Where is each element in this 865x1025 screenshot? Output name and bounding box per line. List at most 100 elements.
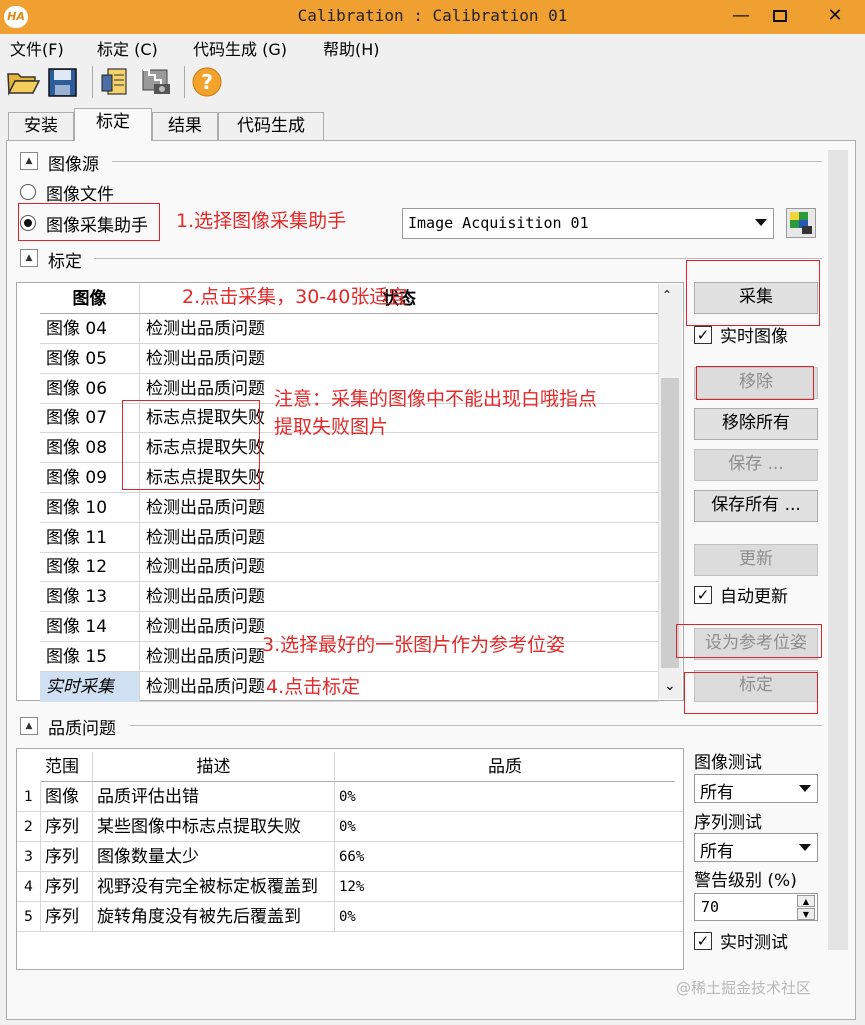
- annotation-box-reference: [676, 624, 822, 658]
- auto-update-checkbox[interactable]: ✓: [694, 586, 712, 604]
- cell-quality: 0%: [339, 819, 356, 835]
- save-icon[interactable]: [46, 66, 80, 98]
- cell-image-name: 图像 05: [40, 343, 140, 374]
- warning-level-value: 70: [701, 898, 720, 916]
- cell-image-name: 图像 10: [40, 492, 140, 523]
- tab-code-generation[interactable]: 代码生成: [218, 112, 324, 140]
- cell-description: 旋转角度没有被先后覆盖到: [93, 902, 335, 932]
- tab-calibration[interactable]: 标定: [74, 108, 152, 141]
- quality-section-title: 品质问题: [48, 719, 116, 739]
- svg-text:?: ?: [201, 70, 213, 94]
- table-row[interactable]: 图像 11 检测出品质问题: [40, 522, 658, 553]
- section-divider: [94, 258, 822, 259]
- image-source-toggle[interactable]: ▲: [20, 152, 38, 170]
- table-row[interactable]: 图像 04 检测出品质问题: [40, 314, 658, 344]
- table-row[interactable]: 图像 13 检测出品质问题: [40, 582, 658, 613]
- radio-image-file[interactable]: [20, 184, 36, 200]
- table-row[interactable]: 2 序列 某些图像中标志点提取失败 0%: [17, 812, 683, 842]
- annotation-box-remove: [696, 366, 814, 400]
- table-row[interactable]: 5 序列 旋转角度没有被先后覆盖到 0%: [17, 902, 683, 932]
- cell-scope: 图像: [41, 782, 93, 812]
- table-row[interactable]: 3 序列 图像数量太少 66%: [17, 842, 683, 872]
- remove-all-button[interactable]: 移除所有: [694, 408, 818, 440]
- table-row[interactable]: 图像 10 检测出品质问题: [40, 492, 658, 523]
- annotation-step1: 1.选择图像采集助手: [176, 210, 347, 232]
- column-header-description[interactable]: 描述: [93, 752, 335, 782]
- acquisition-dropdown-value: Image Acquisition 01: [408, 214, 589, 232]
- camera-grid-icon[interactable]: [140, 66, 174, 98]
- cell-image-name: 图像 12: [40, 552, 140, 583]
- annotation-box-calibrate: [684, 672, 818, 714]
- help-icon[interactable]: ?: [190, 66, 224, 98]
- cell-status: 检测出品质问题: [146, 676, 265, 697]
- column-header-quality[interactable]: 品质: [335, 752, 675, 782]
- tab-results[interactable]: 结果: [152, 112, 218, 140]
- image-test-dropdown[interactable]: 所有: [694, 774, 818, 803]
- cell-status: 检测出品质问题: [146, 348, 265, 369]
- annotation-box-failed: [122, 400, 260, 490]
- annotation-box-capture: [686, 260, 820, 326]
- annotation-step2: 2.点击采集，30-40张适宜: [182, 286, 408, 308]
- cell-image-name: 图像 15: [40, 641, 140, 672]
- cell-description: 品质评估出错: [93, 782, 335, 812]
- menu-help[interactable]: 帮助(H): [323, 36, 380, 60]
- cell-status: 检测出品质问题: [146, 527, 265, 548]
- menu-calibrate[interactable]: 标定 (C): [97, 36, 158, 60]
- chevron-down-icon: [799, 785, 811, 792]
- table-row[interactable]: 图像 12 检测出品质问题: [40, 552, 658, 583]
- cell-quality: 66%: [339, 849, 365, 865]
- save-all-button[interactable]: 保存所有 ...: [694, 490, 818, 522]
- code-file-icon[interactable]: [98, 66, 132, 98]
- menu-codegen[interactable]: 代码生成 (G): [193, 36, 287, 60]
- cell-description: 某些图像中标志点提取失败: [93, 812, 335, 842]
- cell-description: 图像数量太少: [93, 842, 335, 872]
- panel-scrollbar[interactable]: [828, 150, 848, 950]
- cell-scope: 序列: [41, 902, 93, 932]
- sequence-test-label: 序列测试: [694, 813, 762, 833]
- open-folder-icon[interactable]: [6, 66, 41, 98]
- row-number: 3: [17, 842, 41, 872]
- close-icon[interactable]: ✕: [820, 4, 850, 28]
- row-number: 5: [17, 902, 41, 932]
- spin-down-icon[interactable]: ▼: [797, 908, 815, 920]
- warning-level-spinbox[interactable]: 70 ▲ ▼: [694, 893, 818, 921]
- update-button[interactable]: 更新: [694, 544, 818, 576]
- table-row[interactable]: 4 序列 视野没有完全被标定板覆盖到 12%: [17, 872, 683, 902]
- annotation-box-assistant: [18, 203, 160, 241]
- column-header-scope[interactable]: 范围: [41, 752, 93, 782]
- maximize-icon[interactable]: [765, 4, 795, 28]
- sequence-test-dropdown[interactable]: 所有: [694, 833, 818, 862]
- cell-image-name: 实时采集: [40, 671, 140, 702]
- menu-file[interactable]: 文件(F): [10, 36, 64, 60]
- table-row[interactable]: 图像 05 检测出品质问题: [40, 343, 658, 374]
- annotation-step4: 4.点击标定: [266, 676, 361, 698]
- scroll-down-icon[interactable]: ⌄: [664, 678, 676, 694]
- quality-toggle[interactable]: ▲: [20, 717, 38, 735]
- calibration-section-title: 标定: [48, 252, 82, 272]
- acquisition-settings-button[interactable]: [786, 208, 816, 238]
- cell-image-name: 图像 13: [40, 582, 140, 613]
- scroll-up-icon[interactable]: ⌃: [662, 288, 672, 302]
- cell-scope: 序列: [41, 842, 93, 872]
- live-test-label: 实时测试: [720, 933, 788, 953]
- row-number: 4: [17, 872, 41, 902]
- cell-image-name: 图像 04: [40, 314, 140, 344]
- annotation-note-line1: 注意：采集的图像中不能出现白哦指点: [274, 388, 598, 410]
- sequence-test-value: 所有: [700, 842, 734, 862]
- save-button[interactable]: 保存 ...: [694, 449, 818, 481]
- live-image-checkbox[interactable]: ✓: [694, 326, 712, 344]
- minimize-icon[interactable]: —: [726, 4, 756, 28]
- cell-status: 检测出品质问题: [146, 497, 265, 518]
- chevron-down-icon: [799, 844, 811, 851]
- tab-install[interactable]: 安装: [8, 112, 74, 140]
- acquisition-dropdown[interactable]: Image Acquisition 01: [402, 208, 774, 239]
- image-source-title: 图像源: [48, 155, 99, 175]
- calibration-toggle[interactable]: ▲: [20, 249, 38, 267]
- table-row[interactable]: 1 图像 品质评估出错 0%: [17, 782, 683, 812]
- cell-scope: 序列: [41, 812, 93, 842]
- section-divider: [130, 725, 822, 726]
- live-test-checkbox[interactable]: ✓: [694, 932, 712, 950]
- column-header-image[interactable]: 图像: [40, 284, 140, 314]
- spin-up-icon[interactable]: ▲: [797, 895, 815, 907]
- image-test-label: 图像测试: [694, 753, 762, 773]
